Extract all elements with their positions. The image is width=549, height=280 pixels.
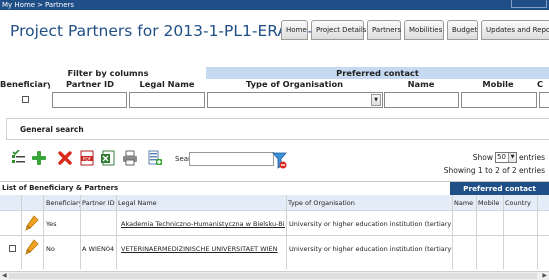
grid-divider <box>21 195 22 269</box>
grid-divider <box>537 195 538 269</box>
grid-divider <box>116 195 117 269</box>
add-icon[interactable] <box>31 150 47 166</box>
row-beneficiary: Yes <box>46 220 57 228</box>
scroll-right-icon[interactable]: ▶ <box>542 272 547 280</box>
tab-partners[interactable]: Partners <box>367 20 401 40</box>
delete-icon[interactable] <box>57 150 73 166</box>
general-search-label[interactable]: General search <box>20 125 84 134</box>
scroll-left-icon[interactable]: ◀ <box>2 272 7 280</box>
breadcrumb-home[interactable]: My Home <box>2 1 35 9</box>
filter-col-name: Name <box>407 79 435 89</box>
preferred-contact-header: Preferred contact <box>206 67 549 79</box>
tab-mobilities[interactable]: Mobilities <box>404 20 444 40</box>
type-of-organisation-filter-select[interactable]: ▼ <box>207 92 383 108</box>
chevron-down-icon[interactable]: ▼ <box>371 94 381 106</box>
horizontal-scrollbar[interactable]: ◀ ▶ <box>0 271 549 280</box>
export-columns-icon[interactable] <box>147 150 163 166</box>
list-title: List of Beneficiary & Partners <box>2 184 119 192</box>
general-search-panel[interactable]: General search <box>6 118 549 140</box>
page-size-value: 50 <box>497 153 506 161</box>
clear-filter-icon[interactable] <box>272 152 287 170</box>
chevron-down-icon[interactable]: ▼ <box>508 153 516 162</box>
filter-col-type-of-organisation: Type of Organisation <box>245 79 344 89</box>
show-label: Show <box>472 153 493 162</box>
grid-divider <box>286 195 287 269</box>
pdf-export-icon[interactable]: PDF <box>79 150 95 166</box>
grid-col-country[interactable]: Country <box>503 195 537 211</box>
row-partner-id: A WIEN04 <box>82 245 115 253</box>
list-header: List of Beneficiary & Partners Preferred… <box>0 181 549 196</box>
grid-col-type-of-organisation[interactable]: Type of Organisation <box>286 195 452 211</box>
tab-project-details[interactable]: Project Details <box>311 20 366 40</box>
svg-text:PDF: PDF <box>83 156 92 162</box>
breadcrumb-current: Partners <box>44 1 75 9</box>
partner-id-filter-input[interactable] <box>52 92 127 108</box>
filter-col-partner-id: Partner ID <box>65 79 114 89</box>
grid-divider <box>43 195 44 269</box>
window-controls[interactable] <box>511 0 547 8</box>
tab-bar: Home Project Details Partners Mobilities… <box>281 20 549 40</box>
row-type-of-organisation: University or higher education instituti… <box>289 245 451 253</box>
filter-by-columns-header: Filter by columns <box>10 67 206 79</box>
grid-header-row: Beneficiary Partner ID Legal Name Type o… <box>0 195 549 211</box>
breadcrumb-separator: > <box>37 1 43 9</box>
scrollbar-thumb[interactable] <box>9 273 537 279</box>
row-beneficiary: No <box>46 245 55 253</box>
row-legal-name-link[interactable]: VETERINAERMEDIZINISCHE UNIVERSITAET WIEN <box>121 245 285 253</box>
breadcrumb: My Home > Partners <box>0 0 549 10</box>
country-filter-input[interactable] <box>539 92 549 108</box>
tab-home[interactable]: Home <box>281 20 308 40</box>
mobile-filter-input[interactable] <box>461 92 537 108</box>
columns-toggle-icon[interactable] <box>11 150 27 166</box>
grid-col-partner-id[interactable]: Partner ID <box>80 195 116 211</box>
grid-divider <box>476 195 477 269</box>
name-filter-input[interactable] <box>384 92 459 108</box>
entries-label: entries <box>519 153 545 162</box>
grid-col-mobile[interactable]: Mobile <box>476 195 503 211</box>
legal-name-filter-input[interactable] <box>129 92 205 108</box>
filter-col-mobile: Mobile <box>482 79 514 89</box>
page-size-control: Show 50 ▼ entries <box>473 152 545 163</box>
edit-pencil-icon[interactable] <box>25 215 39 231</box>
print-icon[interactable] <box>122 150 138 166</box>
grid-row-divider <box>0 235 549 236</box>
row-type-of-organisation: University or higher education instituti… <box>289 220 451 228</box>
page-size-select[interactable]: 50 ▼ <box>495 152 517 163</box>
tab-updates-and-reports[interactable]: Updates and Reports <box>481 20 549 40</box>
grid-col-name[interactable]: Name <box>452 195 476 211</box>
grid-divider <box>452 195 453 269</box>
filter-col-beneficiary: Beneficiary <box>0 79 50 89</box>
excel-export-icon[interactable] <box>100 150 116 166</box>
filter-col-country: C <box>537 79 544 89</box>
grid-col-beneficiary[interactable]: Beneficiary <box>44 195 80 211</box>
grid-divider <box>80 195 81 269</box>
row-legal-name-link[interactable]: Akademia Techniczno-Humanistyczna w Biel… <box>121 220 285 228</box>
tab-budget[interactable]: Budget <box>447 20 478 40</box>
edit-pencil-icon[interactable] <box>25 239 39 255</box>
filter-col-legal-name: Legal Name <box>139 79 195 89</box>
beneficiary-filter-checkbox[interactable] <box>22 96 29 103</box>
table-info-text: Showing 1 to 2 of 2 entries <box>443 166 545 175</box>
grid-divider <box>503 195 504 269</box>
search-input[interactable] <box>189 152 274 166</box>
row-select-checkbox[interactable] <box>9 245 16 252</box>
list-preferred-contact-header: Preferred contact <box>450 182 549 196</box>
grid-col-legal-name[interactable]: Legal Name <box>116 195 286 211</box>
